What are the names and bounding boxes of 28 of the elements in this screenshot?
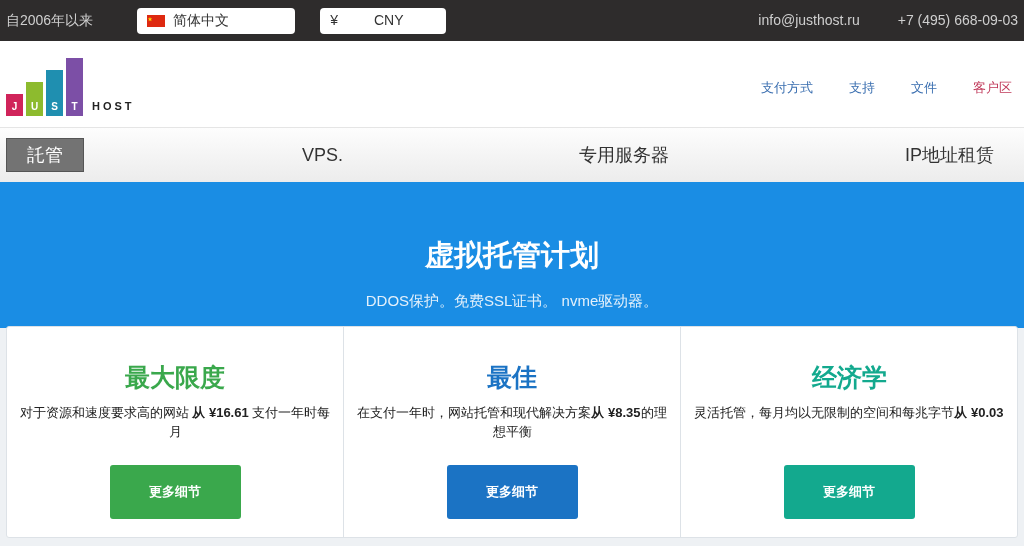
details-button[interactable]: 更多细节 (109, 465, 241, 519)
nav-tab[interactable]: VPS. (282, 138, 364, 172)
plan-description: 灵活托管，每月均以无限制的空间和每兆字节从 ¥0.03 (693, 403, 1005, 422)
plan-title: 最佳 (487, 362, 537, 393)
header-link[interactable]: 支持 (849, 78, 875, 98)
nav-tab[interactable]: IP地址租赁 (885, 138, 1015, 172)
nav-tab[interactable]: 专用服务器 (559, 138, 690, 172)
hero-subtitle: DDOS保护。免费SSL证书。 nvme驱动器。 (365, 290, 659, 311)
header-link[interactable]: 支付方式 (761, 78, 813, 98)
flag-icon (147, 14, 166, 27)
logo[interactable]: J U S T HOST (6, 58, 135, 116)
header-link[interactable]: 客户区 (973, 78, 1012, 98)
details-button[interactable]: 更多细节 (783, 465, 915, 519)
currency-select[interactable]: ¥ CNY (320, 7, 447, 34)
nav-tab[interactable]: 託管 (6, 138, 84, 172)
plan-description: 对于资源和速度要求高的网站 从 ¥16.61 支付一年时每月 (19, 403, 331, 441)
plan-title: 最大限度 (125, 362, 225, 393)
language-select[interactable]: 简体中文 (137, 7, 296, 34)
header-link[interactable]: 文件 (911, 78, 937, 98)
since-text: 自2006年以来 (6, 11, 94, 30)
details-button[interactable]: 更多细节 (446, 465, 578, 519)
phone-number: +7 (495) 668-09-03 (897, 11, 1018, 30)
hero-title: 虚拟托管计划 (425, 238, 599, 273)
plan-title: 经济学 (811, 362, 887, 393)
email-link[interactable]: info@justhost.ru (758, 10, 860, 31)
plan-description: 在支付一年时，网站托管和现代解决方案从 ¥8.35的理想平衡 (356, 403, 668, 441)
currency-symbol: ¥ (330, 11, 338, 30)
currency-code: CNY (373, 11, 404, 30)
